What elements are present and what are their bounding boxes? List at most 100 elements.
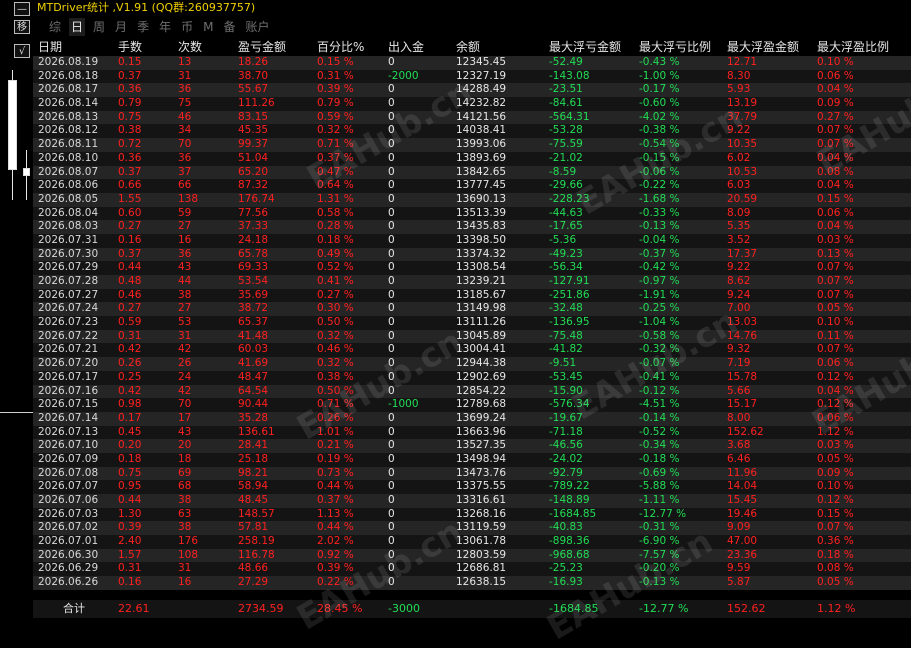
table-row[interactable]: 2026.07.01 2.40 176 258.19 2.02 % 0 13061.78 -8… bbox=[33, 535, 911, 549]
table-row[interactable]: 2026.07.06 0.44 38 48.45 0.37 % 0 13316.61 -148… bbox=[33, 494, 911, 508]
table-cell: 53 bbox=[178, 316, 192, 329]
table-cell: -0.22 % bbox=[639, 179, 680, 192]
table-cell: 13004.41 bbox=[456, 343, 507, 356]
tab-2[interactable]: 周 bbox=[91, 18, 107, 36]
table-row[interactable]: 2026.08.12 0.38 34 45.35 0.32 % 0 14038.41 -53.… bbox=[33, 124, 911, 139]
table-row[interactable]: 2026.07.22 0.31 31 41.48 0.32 % 0 13045.89 -75.… bbox=[33, 329, 911, 344]
table-cell: 13374.32 bbox=[456, 247, 507, 260]
tab-5[interactable]: 年 bbox=[157, 18, 173, 36]
tab-9[interactable]: 账户 bbox=[243, 18, 271, 36]
table-cell: 0.07 % bbox=[817, 343, 854, 356]
column-header[interactable]: 最大浮亏金额 bbox=[543, 38, 633, 56]
table-cell: 0.32 % bbox=[317, 124, 354, 137]
table-row[interactable]: 2026.08.07 0.37 37 65.20 0.47 % 0 13842.65 -8.5… bbox=[33, 165, 911, 180]
table-cell: 2026.07.09 bbox=[38, 452, 99, 465]
table-cell: 14.04 bbox=[727, 480, 758, 493]
table-row[interactable]: 2026.07.14 0.17 17 35.28 0.26 % 0 13699.24 -19.… bbox=[33, 411, 911, 426]
tab-1[interactable]: 日 bbox=[69, 18, 86, 36]
table-row[interactable]: 2026.08.03 0.27 27 37.33 0.28 % 0 13435.83 -17.… bbox=[33, 220, 911, 234]
tab-4[interactable]: 季 bbox=[135, 18, 151, 36]
table-cell: 38 bbox=[178, 494, 192, 506]
table-cell: 0.07 % bbox=[817, 261, 854, 274]
table-cell: 152.62 bbox=[727, 425, 764, 438]
table-row[interactable]: 2026.07.23 0.59 53 65.37 0.50 % 0 13111.26 -136… bbox=[33, 316, 911, 330]
column-header[interactable]: 百分比% bbox=[312, 38, 383, 56]
table-row[interactable]: 2026.08.13 0.75 46 83.15 0.59 % 0 14121.56 -564… bbox=[33, 110, 911, 125]
table-cell: -0.12 % bbox=[639, 384, 680, 397]
table-cell: 2026.06.29 bbox=[38, 562, 99, 575]
column-header[interactable]: 出入金 bbox=[383, 38, 452, 56]
table-row[interactable]: 2026.07.16 0.42 42 64.54 0.50 % 0 12854.22 -15.… bbox=[33, 384, 911, 399]
table-cell: 0.38 bbox=[118, 124, 142, 137]
table-cell: 0.06 % bbox=[817, 206, 854, 219]
table-row[interactable]: 2026.07.28 0.48 44 53.54 0.41 % 0 13239.21 -127… bbox=[33, 275, 911, 289]
table-cell: 3.52 bbox=[727, 233, 751, 246]
table-row[interactable]: 2026.07.31 0.16 16 24.18 0.18 % 0 13398.50 -5.3… bbox=[33, 233, 911, 248]
table-row[interactable]: 2026.07.02 0.39 38 57.81 0.44 % 0 13119.59 -40.… bbox=[33, 521, 911, 536]
table-row[interactable]: 2026.07.20 0.26 26 41.69 0.32 % 0 12944.38 -9.5… bbox=[33, 357, 911, 371]
table-cell: 13663.96 bbox=[456, 425, 507, 438]
table-row[interactable]: 2026.06.29 0.31 31 48.66 0.39 % 0 12686.81 -25.… bbox=[33, 562, 911, 577]
minimize-button[interactable]: — bbox=[14, 2, 30, 16]
move-button[interactable]: 移 bbox=[14, 20, 30, 34]
table-cell: 0.36 % bbox=[817, 535, 854, 548]
table-cell: -7.57 % bbox=[639, 548, 680, 561]
table-cell: 63 bbox=[178, 507, 192, 520]
table-cell: 2026.08.06 bbox=[38, 179, 99, 192]
tab-8[interactable]: 备 bbox=[221, 18, 237, 36]
table-row[interactable]: 2026.06.30 1.57 108 116.78 0.92 % 0 12803.59 -9… bbox=[33, 548, 911, 563]
table-cell: -0.43 % bbox=[639, 56, 680, 68]
table-cell: 0.44 bbox=[118, 261, 142, 274]
table-row[interactable]: 2026.08.06 0.66 66 87.32 0.64 % 0 13777.45 -29.… bbox=[33, 179, 911, 193]
table-row[interactable]: 2026.07.21 0.42 42 60.03 0.46 % 0 13004.41 -41.… bbox=[33, 343, 911, 358]
table-cell: -56.34 bbox=[549, 261, 583, 274]
table-row[interactable]: 2026.07.30 0.37 36 65.78 0.49 % 0 13374.32 -49.… bbox=[33, 247, 911, 262]
table-row[interactable]: 2026.07.17 0.25 24 48.47 0.38 % 0 12902.69 -53.… bbox=[33, 370, 911, 385]
table-cell: -40.83 bbox=[549, 521, 583, 534]
tab-3[interactable]: 月 bbox=[113, 18, 129, 36]
table-row[interactable]: 2026.06.26 0.16 16 27.29 0.22 % 0 12638.15 -16.… bbox=[33, 576, 911, 590]
table-cell: 0.12 % bbox=[817, 370, 854, 383]
table-row[interactable]: 2026.08.10 0.36 36 51.04 0.37 % 0 13893.69 -21.… bbox=[33, 151, 911, 166]
table-cell: 0.39 bbox=[118, 521, 142, 534]
table-row[interactable]: 2026.07.15 0.98 70 90.44 0.71 % -1000 12789.68… bbox=[33, 398, 911, 412]
table-row[interactable]: 2026.07.13 0.45 43 136.61 1.01 % 0 13663.96 -71… bbox=[33, 425, 911, 440]
table-row[interactable]: 2026.08.17 0.36 36 55.67 0.39 % 0 14288.49 -23.… bbox=[33, 83, 911, 98]
table-row[interactable]: 2026.07.29 0.44 43 69.33 0.52 % 0 13308.54 -56.… bbox=[33, 261, 911, 275]
column-header[interactable]: 手数 bbox=[112, 38, 172, 56]
table-row[interactable]: 2026.07.27 0.46 38 35.69 0.27 % 0 13185.67 -251… bbox=[33, 288, 911, 303]
tab-6[interactable]: 币 bbox=[179, 18, 195, 36]
table-row[interactable]: 2026.07.07 0.95 68 58.94 0.44 % 0 13375.55 -789… bbox=[33, 480, 911, 494]
column-header[interactable]: 最大浮盈比例 bbox=[813, 38, 911, 56]
table-row[interactable]: 2026.07.09 0.18 18 25.18 0.19 % 0 13498.94 -24.… bbox=[33, 452, 911, 467]
table-cell: 0.18 % bbox=[317, 233, 354, 246]
table-row[interactable]: 2026.08.05 1.55 138 176.74 1.31 % 0 13690.13 -2… bbox=[33, 192, 911, 207]
column-header[interactable]: 盈亏金额 bbox=[232, 38, 312, 56]
column-header[interactable]: 日期 bbox=[33, 38, 112, 56]
table-cell: 0.42 bbox=[118, 384, 142, 397]
table-row[interactable]: 2026.07.24 0.27 27 38.72 0.30 % 0 13149.98 -32.… bbox=[33, 302, 911, 317]
table-cell: -41.82 bbox=[549, 343, 583, 356]
tab-0[interactable]: 综 bbox=[47, 18, 63, 36]
table-row[interactable]: 2026.08.04 0.60 59 77.56 0.58 % 0 13513.39 -44.… bbox=[33, 206, 911, 221]
column-header[interactable]: 最大浮亏比例 bbox=[633, 38, 723, 56]
table-cell: 0.03 % bbox=[817, 439, 854, 452]
table-row[interactable]: 2026.07.08 0.75 69 98.21 0.73 % 0 13473.76 -92.… bbox=[33, 466, 911, 481]
table-row[interactable]: 2026.08.19 0.15 13 18.26 0.15 % 0 12345.45 -52.… bbox=[33, 56, 911, 70]
table-cell: 0.06 % bbox=[817, 69, 854, 82]
table-cell: 0 bbox=[388, 411, 395, 424]
table-cell: 2026.07.06 bbox=[38, 494, 99, 506]
table-cell: 15.78 bbox=[727, 370, 758, 383]
column-header[interactable]: 最大浮盈金额 bbox=[723, 38, 813, 56]
table-row[interactable]: 2026.08.14 0.79 75 111.26 0.79 % 0 14232.82 -84… bbox=[33, 97, 911, 111]
table-cell: 18 bbox=[178, 452, 192, 465]
column-header[interactable]: 次数 bbox=[172, 38, 232, 56]
tab-7[interactable]: M bbox=[201, 18, 215, 36]
column-header[interactable]: 余额 bbox=[452, 38, 543, 56]
table-row[interactable]: 2026.08.11 0.72 70 99.37 0.71 % 0 13993.06 -75.… bbox=[33, 138, 911, 152]
table-row[interactable]: 2026.07.03 1.30 63 148.57 1.13 % 0 13268.16 -16… bbox=[33, 507, 911, 522]
table-row[interactable]: 2026.08.18 0.37 31 38.70 0.31 % -2000 12327.19… bbox=[33, 69, 911, 84]
table-row[interactable]: 2026.07.10 0.20 20 28.41 0.21 % 0 13527.35 -46.… bbox=[33, 439, 911, 453]
table-cell: 0.44 bbox=[118, 494, 142, 506]
confirm-button[interactable]: √ bbox=[14, 44, 30, 58]
